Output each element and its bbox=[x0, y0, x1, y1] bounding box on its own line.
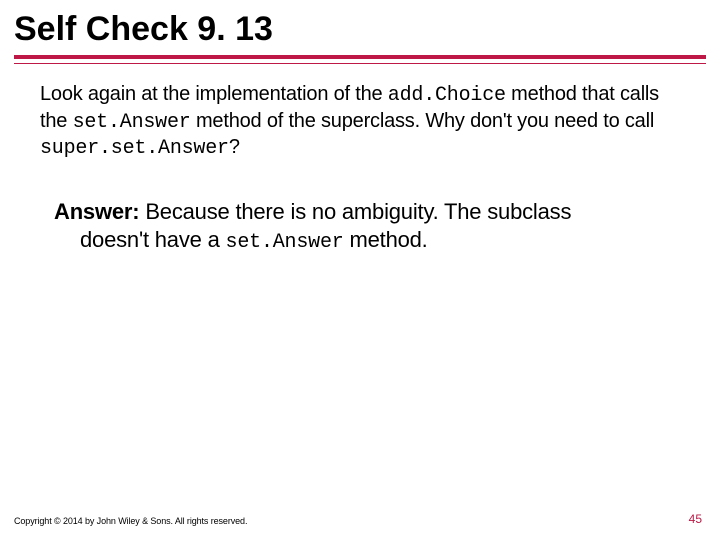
q-code-3: super.set.Answer bbox=[40, 137, 229, 160]
question-block: Look again at the implementation of the … bbox=[0, 64, 720, 162]
answer-block: Answer: Because there is no ambiguity. T… bbox=[0, 162, 720, 256]
answer-line2-post: method. bbox=[344, 227, 428, 252]
answer-label: Answer: bbox=[54, 199, 139, 224]
answer-line2: doesn't have a set.Answer method. bbox=[54, 227, 428, 252]
answer-line2-code: set.Answer bbox=[226, 231, 344, 254]
q-text-4: ? bbox=[229, 136, 240, 158]
answer-line1: Because there is no ambiguity. The subcl… bbox=[139, 199, 571, 224]
copyright-footer: Copyright © 2014 by John Wiley & Sons. A… bbox=[14, 516, 247, 526]
answer-line2-pre: doesn't have a bbox=[80, 227, 226, 252]
title-rule-thick bbox=[14, 55, 706, 59]
question-text: Look again at the implementation of the … bbox=[40, 82, 680, 162]
q-text-1: Look again at the implementation of the bbox=[40, 83, 388, 105]
page-number: 45 bbox=[689, 512, 702, 526]
slide: Self Check 9. 13 Look again at the imple… bbox=[0, 0, 720, 540]
slide-title: Self Check 9. 13 bbox=[0, 0, 720, 55]
q-code-1: add.Choice bbox=[388, 84, 506, 107]
q-code-2: set.Answer bbox=[73, 111, 191, 134]
answer-text: Answer: Because there is no ambiguity. T… bbox=[54, 198, 666, 256]
q-text-3: method of the superclass. Why don't you … bbox=[191, 110, 654, 132]
